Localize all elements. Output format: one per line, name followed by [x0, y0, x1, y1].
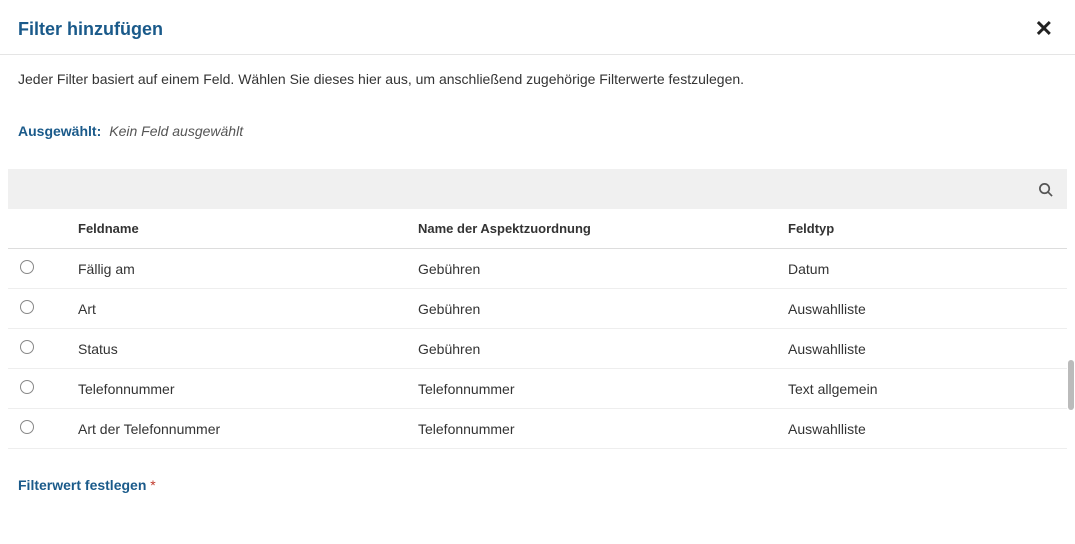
table-header-row: Feldname Name der Aspektzuordnung Feldty… — [8, 209, 1067, 249]
cell-aspekt: Telefonnummer — [418, 381, 788, 397]
selected-field-row: Ausgewählt: Kein Feld ausgewählt — [0, 95, 1075, 159]
radio-button[interactable] — [20, 420, 34, 434]
cell-feldname: Art der Telefonnummer — [78, 421, 418, 437]
cell-feldtyp: Text allgemein — [788, 381, 1067, 397]
field-table: Feldname Name der Aspektzuordnung Feldty… — [8, 209, 1067, 449]
header-feldname: Feldname — [78, 221, 418, 236]
cell-feldname: Fällig am — [78, 261, 418, 277]
dialog-description: Jeder Filter basiert auf einem Feld. Wäh… — [0, 55, 1075, 95]
cell-aspekt: Gebühren — [418, 341, 788, 357]
cell-feldname: Status — [78, 341, 418, 357]
cell-feldname: Telefonnummer — [78, 381, 418, 397]
selected-value: Kein Feld ausgewählt — [109, 123, 243, 139]
cell-aspekt: Gebühren — [418, 301, 788, 317]
selected-label: Ausgewählt: — [18, 123, 101, 139]
required-marker: * — [150, 477, 155, 493]
table-row[interactable]: Status Gebühren Auswahlliste — [8, 329, 1067, 369]
search-bar[interactable] — [8, 169, 1067, 209]
cell-feldname: Art — [78, 301, 418, 317]
cell-feldtyp: Auswahlliste — [788, 341, 1067, 357]
search-icon[interactable] — [1038, 182, 1053, 197]
cell-feldtyp: Datum — [788, 261, 1067, 277]
header-radio-col — [8, 221, 78, 236]
header-feldtyp: Feldtyp — [788, 221, 1067, 236]
close-icon: ✕ — [1035, 16, 1053, 41]
table-row[interactable]: Telefonnummer Telefonnummer Text allgeme… — [8, 369, 1067, 409]
dialog-header: Filter hinzufügen ✕ — [0, 0, 1075, 55]
radio-button[interactable] — [20, 340, 34, 354]
dialog-title: Filter hinzufügen — [18, 19, 163, 40]
scrollbar-thumb[interactable] — [1068, 360, 1074, 410]
filter-value-section: Filterwert festlegen * — [0, 449, 1075, 509]
table-row[interactable]: Art der Telefonnummer Telefonnummer Ausw… — [8, 409, 1067, 449]
radio-button[interactable] — [20, 300, 34, 314]
cell-aspekt: Telefonnummer — [418, 421, 788, 437]
filter-value-title: Filterwert festlegen — [18, 477, 146, 493]
header-aspekt: Name der Aspektzuordnung — [418, 221, 788, 236]
cell-feldtyp: Auswahlliste — [788, 421, 1067, 437]
radio-button[interactable] — [20, 260, 34, 274]
radio-button[interactable] — [20, 380, 34, 394]
close-button[interactable]: ✕ — [1031, 16, 1057, 42]
table-row[interactable]: Fällig am Gebühren Datum — [8, 249, 1067, 289]
cell-feldtyp: Auswahlliste — [788, 301, 1067, 317]
cell-aspekt: Gebühren — [418, 261, 788, 277]
table-row[interactable]: Art Gebühren Auswahlliste — [8, 289, 1067, 329]
